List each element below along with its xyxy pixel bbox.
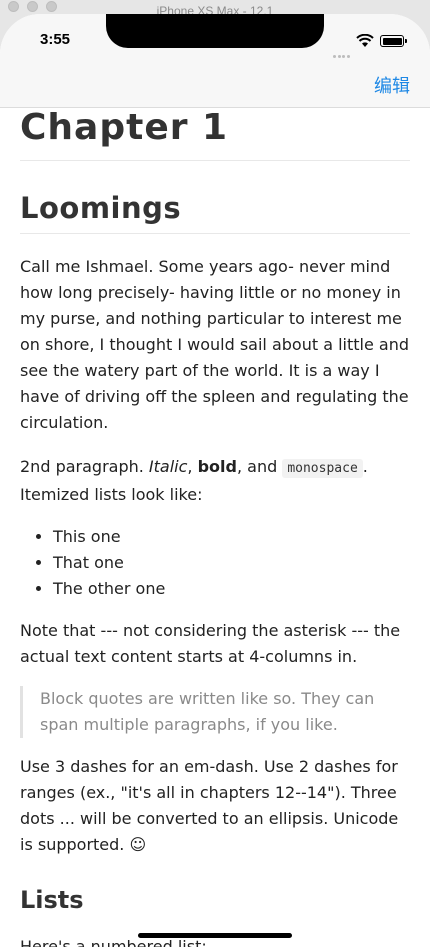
lists-heading: Lists bbox=[20, 886, 84, 914]
status-time: 3:55 bbox=[40, 31, 71, 48]
monospace-text: monospace bbox=[282, 459, 363, 478]
block-quote: Block quotes are written like so. They c… bbox=[20, 686, 410, 738]
document-content: Chapter 1 Loomings Call me Ishmael. Some… bbox=[20, 108, 410, 947]
paragraph-2: 2nd paragraph. Italic, bold, and monospa… bbox=[20, 454, 410, 508]
battery-cap bbox=[405, 39, 407, 43]
close-window-icon[interactable] bbox=[8, 1, 19, 12]
battery-icon bbox=[380, 35, 404, 47]
simulator-title-bar: iPhone XS Max - 12.1 bbox=[0, 0, 430, 18]
italic-text: Italic bbox=[148, 457, 188, 476]
wifi-icon bbox=[356, 34, 374, 47]
paragraph-1: Call me Ishmael. Some years ago- never m… bbox=[20, 257, 410, 432]
section-heading: Loomings bbox=[20, 191, 410, 234]
list-item: This one bbox=[53, 524, 410, 550]
p2-and: , and bbox=[236, 457, 283, 476]
paragraph-3: Note that --- not considering the asteri… bbox=[20, 621, 401, 666]
minimize-window-icon[interactable] bbox=[27, 1, 38, 12]
bullet-list: This one That one The other one bbox=[20, 524, 410, 602]
notch bbox=[106, 14, 324, 48]
list-item: That one bbox=[53, 550, 410, 576]
cellular-signal-icon bbox=[333, 43, 351, 62]
p2-comma: , bbox=[187, 457, 198, 476]
chapter-heading: Chapter 1 bbox=[20, 108, 410, 161]
phone-screen: 编辑 3:55 Chapter 1 Loomings Call me Ishma… bbox=[0, 14, 430, 947]
home-indicator[interactable] bbox=[138, 933, 292, 938]
list-item: The other one bbox=[53, 576, 410, 602]
zoom-window-icon[interactable] bbox=[46, 1, 57, 12]
p2-prefix: 2nd paragraph. bbox=[20, 457, 149, 476]
edit-button[interactable]: 编辑 bbox=[374, 72, 410, 98]
paragraph-4: Use 3 dashes for an em-dash. Use 2 dashe… bbox=[20, 757, 399, 854]
bold-text: bold bbox=[197, 457, 237, 476]
